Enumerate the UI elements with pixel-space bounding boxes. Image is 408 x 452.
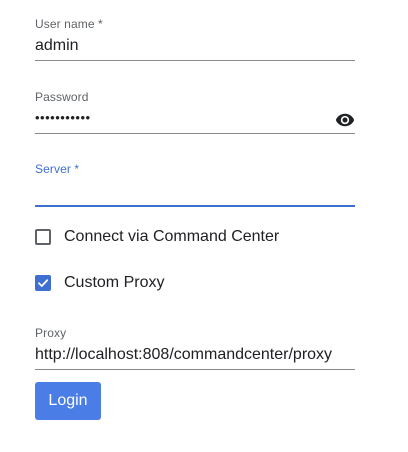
checkbox-unchecked-icon[interactable] bbox=[35, 229, 51, 245]
server-label: Server * bbox=[35, 162, 80, 176]
server-field: Server * bbox=[35, 161, 355, 207]
connect-via-command-center-checkbox[interactable]: Connect via Command Center bbox=[35, 227, 279, 247]
proxy-value[interactable]: http://localhost:808/commandcenter/proxy bbox=[35, 346, 332, 364]
proxy-label: Proxy bbox=[35, 326, 67, 340]
password-label: Password bbox=[35, 90, 89, 104]
password-field: Password ••••••••••• bbox=[35, 89, 355, 134]
username-input[interactable]: admin bbox=[35, 32, 355, 61]
login-form: User name * admin Password ••••••••••• S… bbox=[0, 0, 408, 452]
username-label: User name * bbox=[35, 17, 103, 31]
login-button[interactable]: Login bbox=[35, 382, 101, 420]
checkbox-checked-icon[interactable] bbox=[35, 275, 51, 291]
password-value[interactable]: ••••••••••• bbox=[35, 110, 91, 125]
custom-proxy-label[interactable]: Custom Proxy bbox=[64, 274, 164, 292]
connect-via-command-center-label[interactable]: Connect via Command Center bbox=[64, 228, 279, 246]
username-field: User name * admin bbox=[35, 16, 355, 61]
password-input[interactable]: ••••••••••• bbox=[35, 105, 355, 134]
proxy-field: Proxy http://localhost:808/commandcenter… bbox=[35, 325, 355, 370]
custom-proxy-checkbox[interactable]: Custom Proxy bbox=[35, 273, 164, 293]
proxy-input[interactable]: http://localhost:808/commandcenter/proxy bbox=[35, 341, 355, 370]
server-input[interactable] bbox=[35, 177, 355, 207]
eye-icon[interactable] bbox=[335, 110, 355, 130]
username-value[interactable]: admin bbox=[35, 37, 79, 55]
